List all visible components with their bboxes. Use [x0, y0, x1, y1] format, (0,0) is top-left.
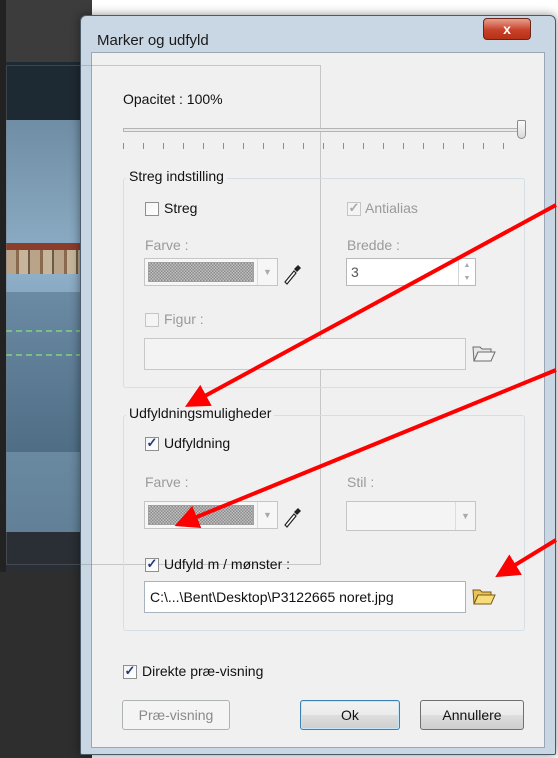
opacity-label: Opacitet : 100% — [123, 91, 223, 107]
stroke-color-label: Farve : — [145, 237, 189, 253]
stroke-color-picker[interactable]: ▼ — [144, 258, 278, 286]
pattern-path-field[interactable]: C:\...\Bent\Desktop\P3122665 noret.jpg — [144, 581, 466, 613]
opacity-slider-thumb[interactable] — [517, 120, 526, 139]
checkmark-icon: ✓ — [146, 556, 158, 571]
close-icon: x — [503, 21, 511, 37]
background-dark-area — [0, 572, 92, 758]
checkmark-icon: ✓ — [124, 663, 136, 678]
ok-button[interactable]: Ok — [300, 700, 400, 730]
chevron-down-icon: ▼ — [257, 259, 277, 285]
streg-checkbox[interactable] — [145, 202, 159, 216]
figur-path-field[interactable] — [144, 338, 466, 370]
antialias-label: Antialias — [365, 200, 418, 216]
figur-label: Figur : — [164, 311, 204, 327]
checkmark-icon: ✓ — [348, 200, 360, 215]
open-folder-icon[interactable] — [472, 586, 496, 606]
udfyld-moenster-checkbox[interactable]: ✓ — [145, 556, 159, 572]
direkte-preview-label: Direkte præ-visning — [142, 663, 264, 679]
fill-style-dropdown[interactable]: ▼ — [346, 501, 476, 531]
stroke-width-spinner[interactable]: 3 ▲ ▼ — [346, 258, 476, 286]
fill-style-label: Stil : — [347, 474, 375, 490]
stroke-settings-title: Streg indstilling — [126, 168, 227, 184]
fill-color-label: Farve : — [145, 474, 189, 490]
fill-color-swatch — [148, 505, 254, 525]
cancel-button[interactable]: Annullere — [420, 700, 524, 730]
marker-og-udfyld-dialog: Marker og udfyld x Opacitet : 100% Streg… — [6, 15, 556, 755]
figur-checkbox[interactable] — [145, 313, 159, 327]
direkte-preview-checkbox[interactable]: ✓ — [123, 663, 137, 679]
udfyld-moenster-label: Udfyld m / mønster : — [164, 556, 291, 572]
stroke-width-value: 3 — [351, 264, 359, 280]
close-button[interactable]: x — [483, 18, 531, 40]
spinner-arrows-icon[interactable]: ▲ ▼ — [458, 259, 475, 285]
open-folder-icon[interactable] — [472, 343, 496, 363]
eyedropper-icon[interactable] — [282, 504, 302, 528]
stroke-width-label: Bredde : — [347, 237, 400, 253]
antialias-checkbox[interactable]: ✓ — [347, 200, 361, 216]
pattern-path-value: C:\...\Bent\Desktop\P3122665 noret.jpg — [150, 589, 394, 605]
opacity-slider-ticks — [123, 143, 523, 149]
fill-options-title: Udfyldningsmuligheder — [126, 405, 275, 421]
dialog-title: Marker og udfyld — [97, 32, 209, 49]
streg-label: Streg — [164, 200, 198, 216]
checkmark-icon: ✓ — [146, 435, 158, 450]
udfyldning-checkbox[interactable]: ✓ — [145, 435, 159, 451]
eyedropper-icon[interactable] — [282, 261, 302, 285]
opacity-slider-track[interactable] — [123, 128, 521, 132]
chevron-down-icon: ▼ — [257, 502, 277, 528]
udfyldning-label: Udfyldning — [164, 435, 231, 451]
fill-color-picker[interactable]: ▼ — [144, 501, 278, 529]
chevron-down-icon: ▼ — [455, 502, 475, 530]
preview-button[interactable]: Præ-visning — [122, 700, 230, 730]
dialog-client-area: Opacitet : 100% Streg indstilling Streg … — [6, 52, 545, 748]
dialog-titlebar[interactable]: Marker og udfyld x — [81, 16, 555, 49]
stroke-color-swatch — [148, 262, 254, 282]
